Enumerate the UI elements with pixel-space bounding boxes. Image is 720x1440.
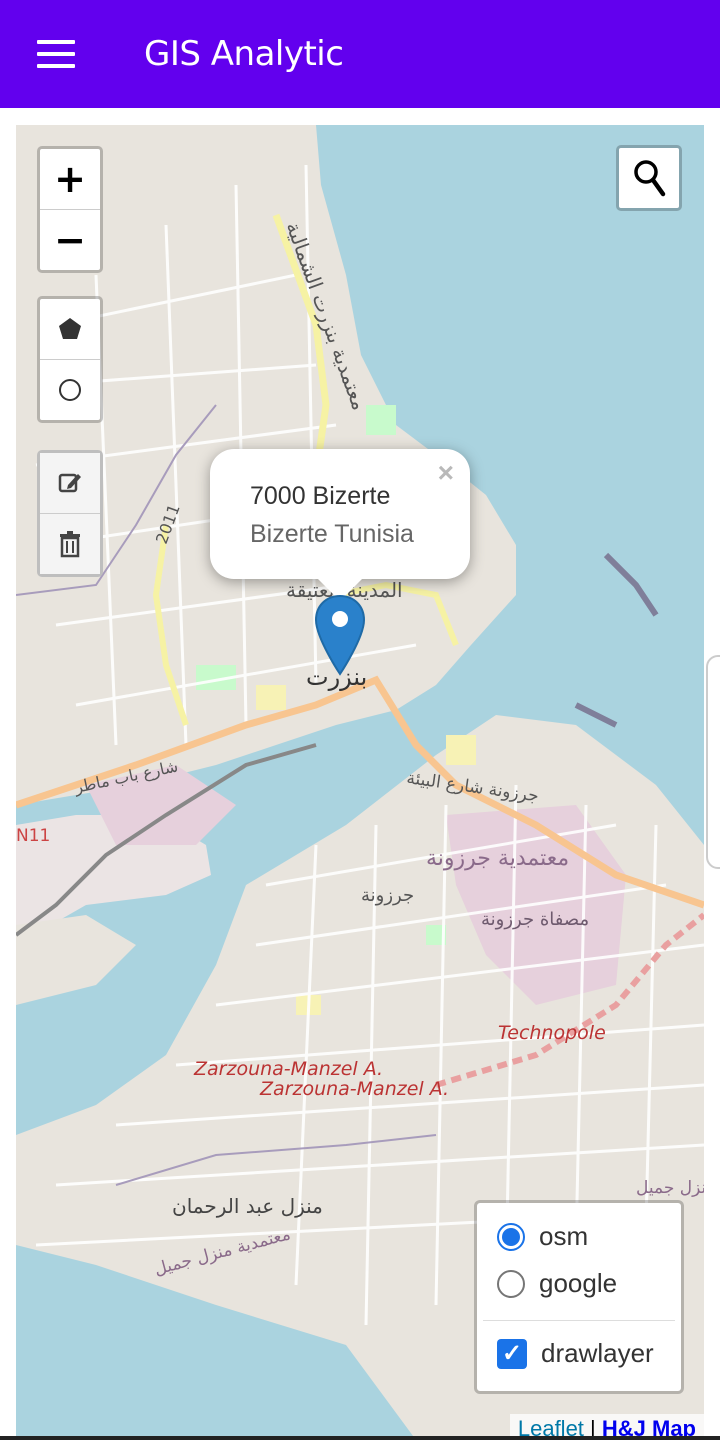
label-jarzouna: جرزونة [361,885,414,906]
search-icon[interactable] [619,148,679,208]
location-marker-icon[interactable] [314,594,366,681]
popup-region-country: Bizerte Tunisia [250,520,414,548]
edit-toolbar [37,450,103,577]
label-refinery: مصفاة جرزونة [481,909,589,930]
popup-postal-city: 7000 Bizerte [250,482,391,510]
app-bar: GIS Analytic [0,0,720,108]
label-technopole: Technopole [498,1022,606,1044]
bottom-edge [0,1436,720,1440]
layer-drawlayer-label: drawlayer [541,1338,654,1368]
label-n11: N11 [16,826,50,846]
drawlayer-checkbox[interactable]: ✓ [497,1338,527,1369]
label-zarzouna-2: Zarzouna-Manzel A. [259,1078,449,1100]
label-jemil: منزل جميل [636,1178,704,1198]
polygon-icon[interactable] [40,299,100,360]
layer-drawlayer[interactable]: ✓ drawlayer [497,1338,654,1369]
hamburger-menu-icon[interactable] [37,40,75,68]
edit-icon[interactable] [40,453,100,514]
layer-osm[interactable]: osm [497,1221,588,1252]
layer-osm-label: osm [539,1221,589,1251]
layer-google[interactable]: google [497,1268,617,1299]
google-radio[interactable] [497,1269,525,1298]
circle-icon[interactable] [40,360,100,420]
app-title: GIS Analytic [144,34,344,74]
zoom-in-button[interactable]: + [40,149,100,210]
label-jarzouna-district: معتمدية جرزونة [426,846,569,871]
trash-icon[interactable] [40,514,100,574]
map-view[interactable]: معتمدية بنزرت الشمالية المدينة العتيقة ب… [16,125,704,1440]
zoom-out-button[interactable]: − [40,210,100,270]
layer-google-label: google [539,1268,618,1298]
search-control [616,145,682,211]
zoom-control: + − [37,146,103,273]
popup-close-button[interactable]: × [438,457,454,489]
label-zarzouna-1: Zarzouna-Manzel A. [193,1058,383,1080]
label-menzel-abderrahmane: منزل عبد الرحمان [172,1194,323,1218]
draw-toolbar [37,296,103,423]
osm-radio[interactable] [497,1222,525,1251]
layers-control: osm google ✓ drawlayer [474,1200,684,1394]
marker-popup: × 7000 Bizerte Bizerte Tunisia [210,449,470,601]
side-drawer-handle[interactable] [706,655,720,869]
layers-divider [483,1320,675,1321]
